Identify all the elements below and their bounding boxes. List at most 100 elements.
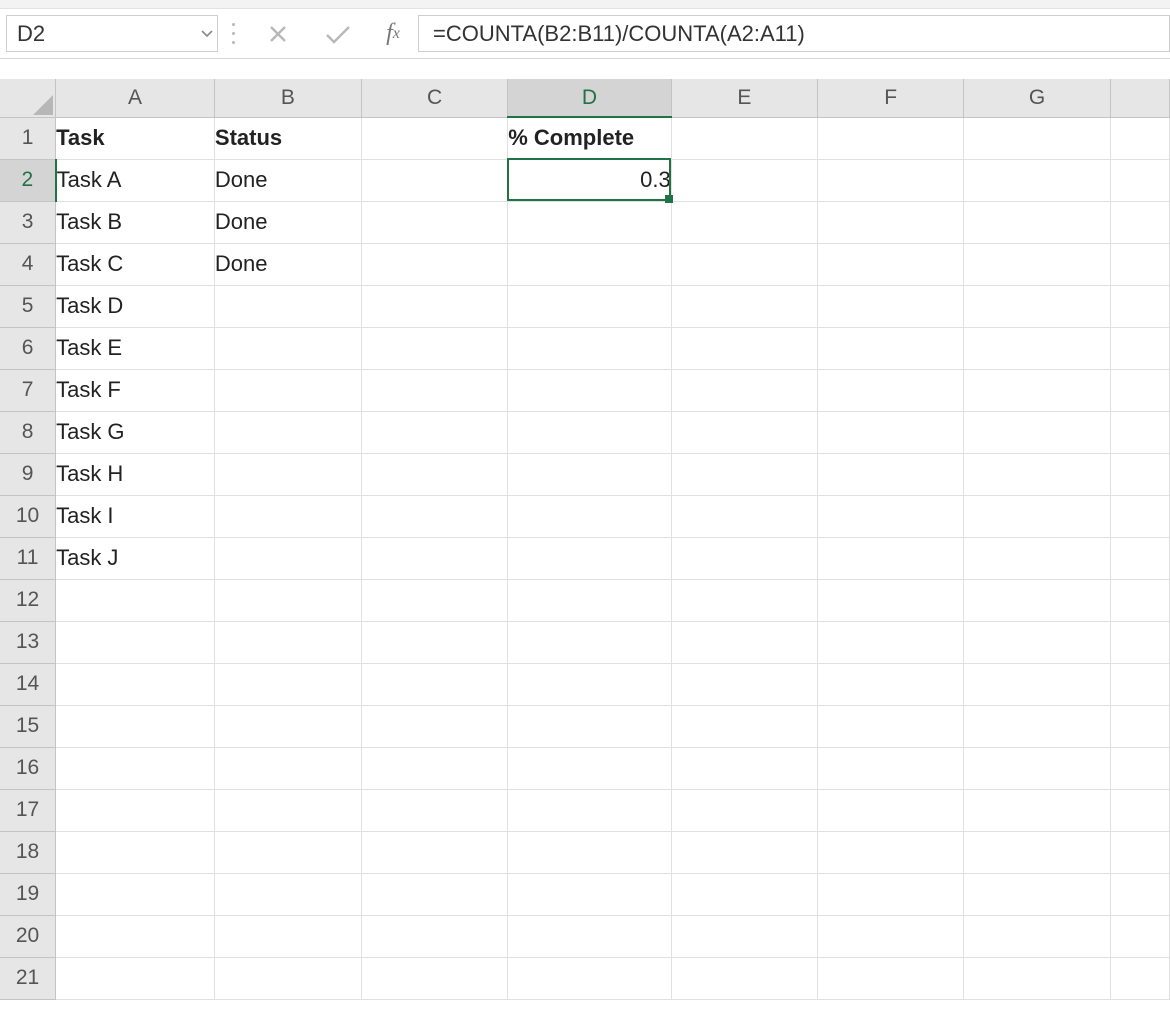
- cell-E3[interactable]: [671, 201, 817, 243]
- cell-C1[interactable]: [361, 117, 507, 159]
- row-header-4[interactable]: 4: [0, 243, 56, 285]
- cell-A5[interactable]: Task D: [56, 285, 215, 327]
- cell-A4[interactable]: Task C: [56, 243, 215, 285]
- cell-C9[interactable]: [361, 453, 507, 495]
- cell-edge-11[interactable]: [1110, 537, 1169, 579]
- cell-B5[interactable]: [214, 285, 361, 327]
- column-header-E[interactable]: E: [671, 79, 817, 117]
- cell-B15[interactable]: [214, 705, 361, 747]
- cell-A8[interactable]: Task G: [56, 411, 215, 453]
- cell-B13[interactable]: [214, 621, 361, 663]
- enter-formula-button[interactable]: [308, 9, 368, 58]
- cell-G14[interactable]: [964, 663, 1110, 705]
- cell-C3[interactable]: [361, 201, 507, 243]
- cell-G6[interactable]: [964, 327, 1110, 369]
- cell-E15[interactable]: [671, 705, 817, 747]
- cell-F18[interactable]: [818, 831, 964, 873]
- cell-C17[interactable]: [361, 789, 507, 831]
- cell-C16[interactable]: [361, 747, 507, 789]
- cell-B21[interactable]: [214, 957, 361, 999]
- cell-C13[interactable]: [361, 621, 507, 663]
- cell-B20[interactable]: [214, 915, 361, 957]
- cell-D15[interactable]: [508, 705, 672, 747]
- cell-E2[interactable]: [671, 159, 817, 201]
- cell-E11[interactable]: [671, 537, 817, 579]
- cell-B1[interactable]: Status: [214, 117, 361, 159]
- cell-A15[interactable]: [56, 705, 215, 747]
- cell-D9[interactable]: [508, 453, 672, 495]
- cell-B10[interactable]: [214, 495, 361, 537]
- cell-B16[interactable]: [214, 747, 361, 789]
- cell-D18[interactable]: [508, 831, 672, 873]
- cell-B11[interactable]: [214, 537, 361, 579]
- cell-A21[interactable]: [56, 957, 215, 999]
- cell-C10[interactable]: [361, 495, 507, 537]
- insert-function-button[interactable]: fx: [368, 9, 418, 58]
- cell-B7[interactable]: [214, 369, 361, 411]
- cell-E4[interactable]: [671, 243, 817, 285]
- cell-A3[interactable]: Task B: [56, 201, 215, 243]
- cell-E8[interactable]: [671, 411, 817, 453]
- column-header-D[interactable]: D: [508, 79, 672, 117]
- row-header-13[interactable]: 13: [0, 621, 56, 663]
- cell-edge-8[interactable]: [1110, 411, 1169, 453]
- cell-G3[interactable]: [964, 201, 1110, 243]
- worksheet-grid[interactable]: ABCDEFG1TaskStatus% Complete2Task ADone0…: [0, 79, 1170, 1000]
- row-header-19[interactable]: 19: [0, 873, 56, 915]
- cell-F14[interactable]: [818, 663, 964, 705]
- cell-D19[interactable]: [508, 873, 672, 915]
- cell-F8[interactable]: [818, 411, 964, 453]
- cell-F12[interactable]: [818, 579, 964, 621]
- cell-E9[interactable]: [671, 453, 817, 495]
- formula-input[interactable]: [419, 21, 1169, 47]
- cell-A14[interactable]: [56, 663, 215, 705]
- cell-E19[interactable]: [671, 873, 817, 915]
- cell-F2[interactable]: [818, 159, 964, 201]
- cell-G15[interactable]: [964, 705, 1110, 747]
- cell-edge-17[interactable]: [1110, 789, 1169, 831]
- cell-A11[interactable]: Task J: [56, 537, 215, 579]
- cell-E18[interactable]: [671, 831, 817, 873]
- row-header-11[interactable]: 11: [0, 537, 56, 579]
- cell-D11[interactable]: [508, 537, 672, 579]
- cell-D2[interactable]: 0.3: [508, 159, 672, 201]
- cell-B18[interactable]: [214, 831, 361, 873]
- cell-F9[interactable]: [818, 453, 964, 495]
- cell-B2[interactable]: Done: [214, 159, 361, 201]
- cell-D17[interactable]: [508, 789, 672, 831]
- cell-A16[interactable]: [56, 747, 215, 789]
- cell-A19[interactable]: [56, 873, 215, 915]
- cell-edge-21[interactable]: [1110, 957, 1169, 999]
- cell-D7[interactable]: [508, 369, 672, 411]
- cell-edge-9[interactable]: [1110, 453, 1169, 495]
- cell-C14[interactable]: [361, 663, 507, 705]
- cell-A2[interactable]: Task A: [56, 159, 215, 201]
- cell-G19[interactable]: [964, 873, 1110, 915]
- column-header-B[interactable]: B: [214, 79, 361, 117]
- cell-E12[interactable]: [671, 579, 817, 621]
- cell-G5[interactable]: [964, 285, 1110, 327]
- row-header-8[interactable]: 8: [0, 411, 56, 453]
- row-header-20[interactable]: 20: [0, 915, 56, 957]
- row-header-16[interactable]: 16: [0, 747, 56, 789]
- row-header-18[interactable]: 18: [0, 831, 56, 873]
- cell-edge-1[interactable]: [1110, 117, 1169, 159]
- cell-G9[interactable]: [964, 453, 1110, 495]
- cell-E7[interactable]: [671, 369, 817, 411]
- cell-F16[interactable]: [818, 747, 964, 789]
- cell-A9[interactable]: Task H: [56, 453, 215, 495]
- cell-edge-18[interactable]: [1110, 831, 1169, 873]
- cell-D5[interactable]: [508, 285, 672, 327]
- cell-C20[interactable]: [361, 915, 507, 957]
- cell-edge-14[interactable]: [1110, 663, 1169, 705]
- cell-D10[interactable]: [508, 495, 672, 537]
- row-header-17[interactable]: 17: [0, 789, 56, 831]
- column-header-C[interactable]: C: [361, 79, 507, 117]
- cell-B9[interactable]: [214, 453, 361, 495]
- cell-A1[interactable]: Task: [56, 117, 215, 159]
- cell-F7[interactable]: [818, 369, 964, 411]
- cell-A17[interactable]: [56, 789, 215, 831]
- cell-A20[interactable]: [56, 915, 215, 957]
- cell-C11[interactable]: [361, 537, 507, 579]
- cell-E14[interactable]: [671, 663, 817, 705]
